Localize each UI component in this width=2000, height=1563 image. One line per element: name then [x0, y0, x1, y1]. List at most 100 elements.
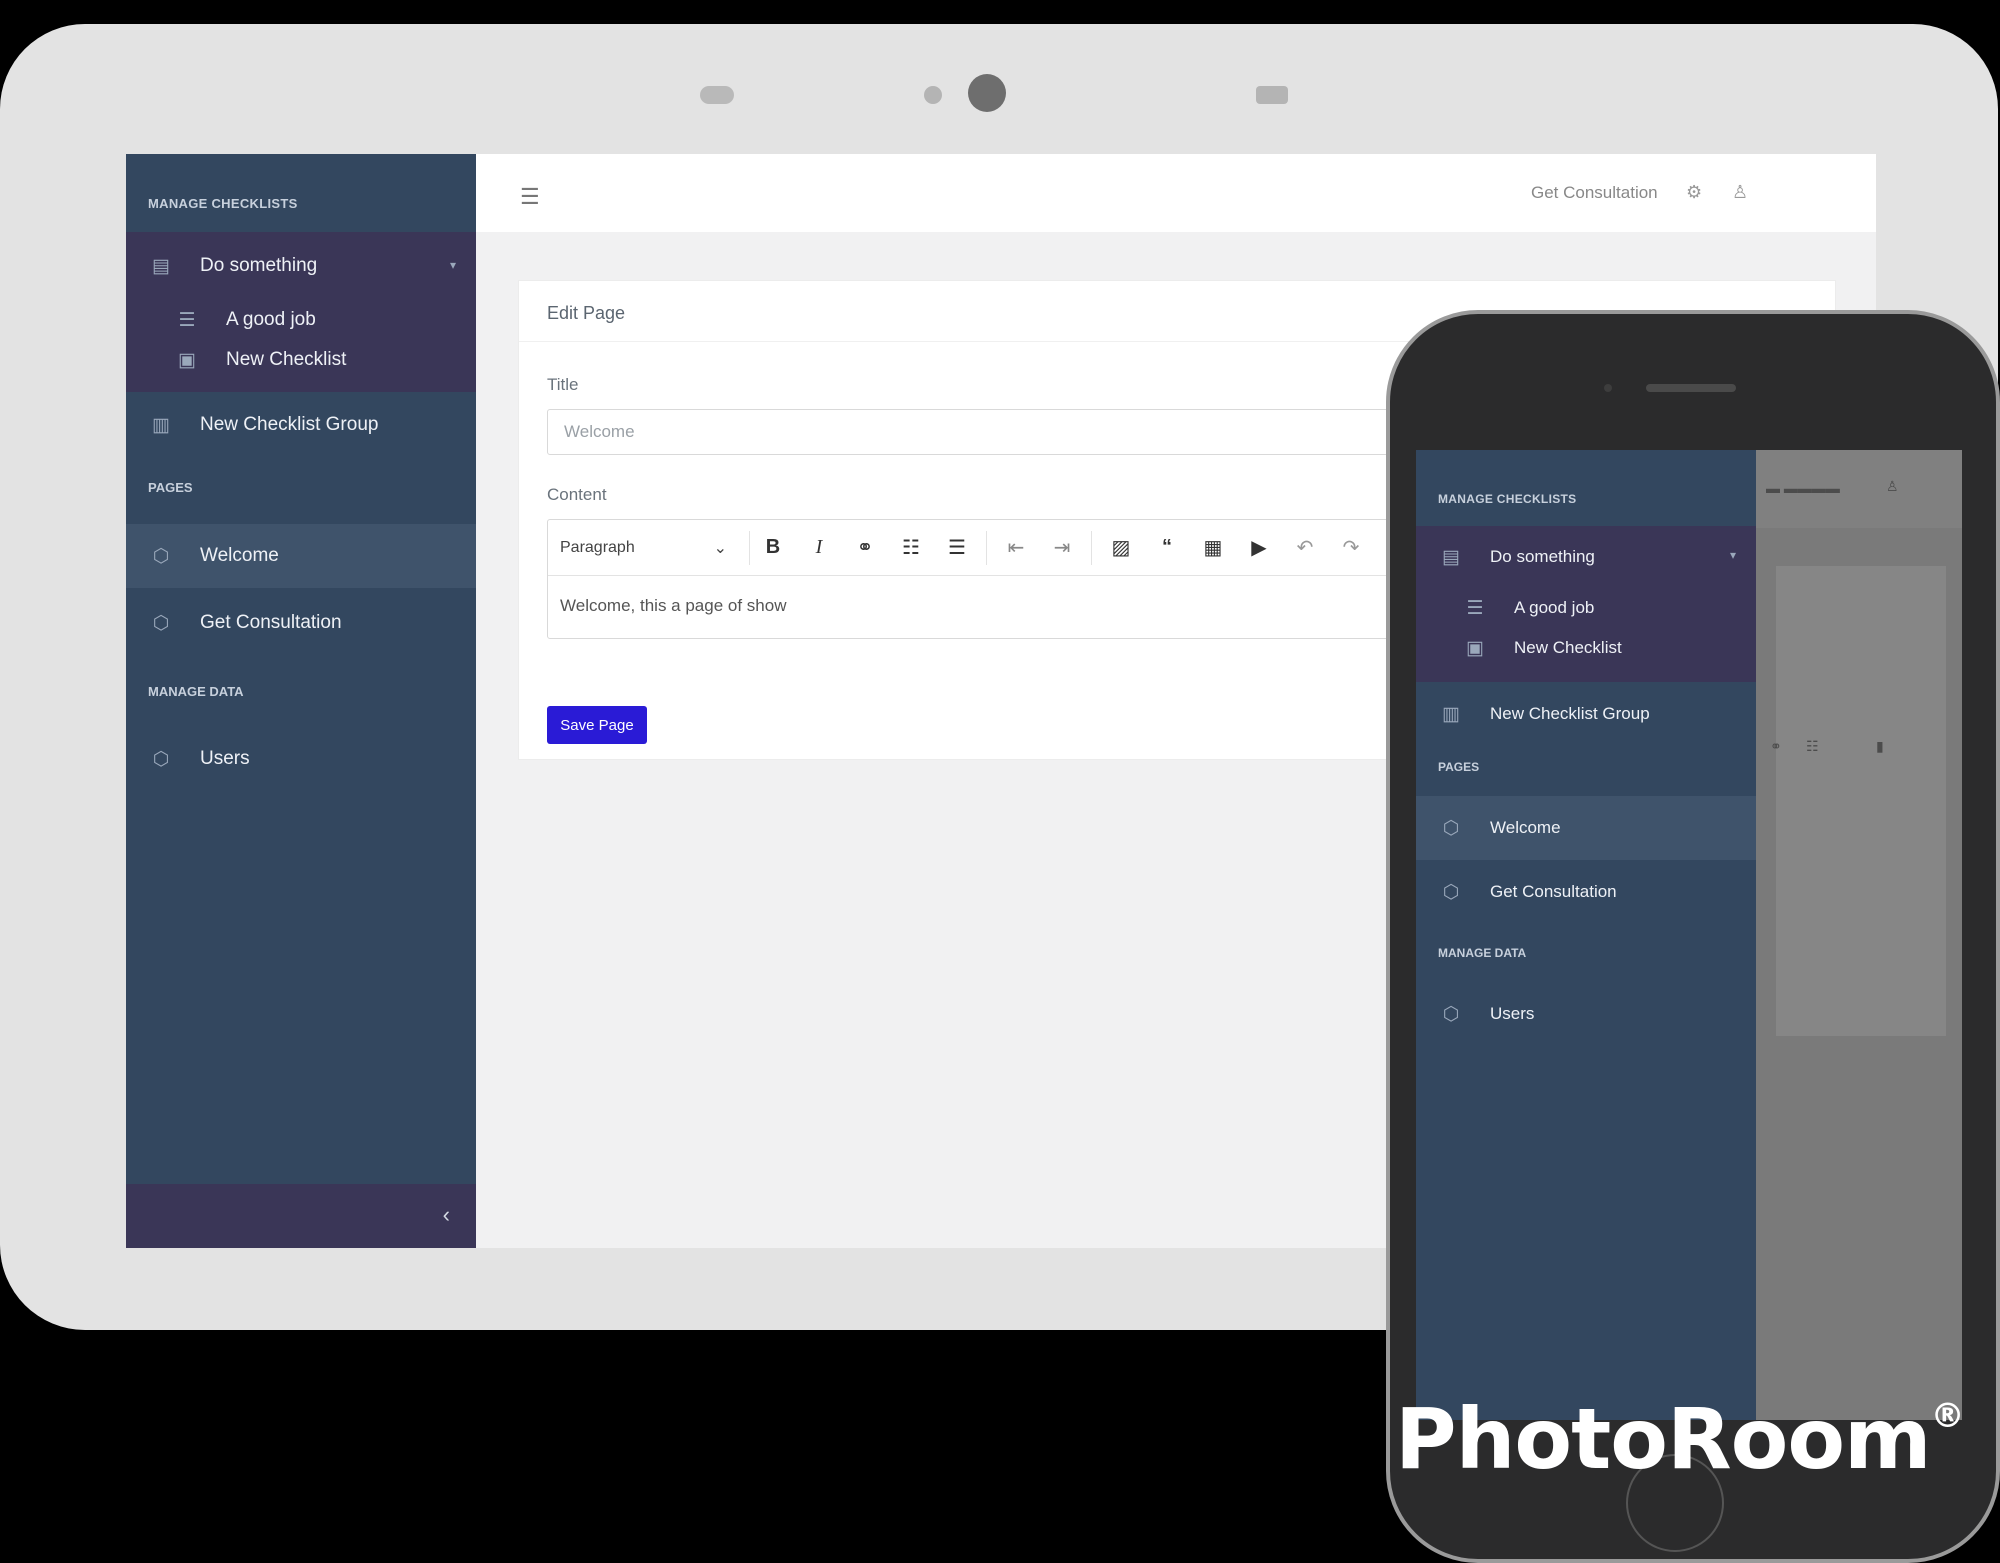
sidebar-item-label: Users [200, 748, 250, 769]
sidebar-item-label: New Checklist Group [1490, 704, 1650, 723]
section-manage-checklists: MANAGE CHECKLISTS [1416, 450, 1756, 526]
sidebar-item-label: A good job [226, 309, 316, 330]
tag-icon: ⬡ [152, 612, 170, 634]
bold-icon[interactable]: B [750, 536, 796, 559]
sensor-icon [1256, 86, 1288, 104]
sidebar-item-label: Get Consultation [1490, 882, 1617, 901]
camera-icon [968, 74, 1006, 112]
sidebar-item-welcome[interactable]: ⬡ Welcome [1416, 796, 1756, 860]
new-checklist-icon: ▣ [1466, 637, 1484, 659]
add-group-icon: ▥ [152, 414, 170, 436]
chevron-down-icon[interactable]: ▾ [1730, 548, 1736, 562]
phone-screen: ▬ ▬▬▬▬ ♙ ⚭ ☷ ▮ MANAGE CHECKLISTS ▤ Do so… [1416, 450, 1962, 1420]
sidebar-item-label: Welcome [1490, 818, 1561, 837]
sidebar-item-get-consultation[interactable]: ⬡ Get Consultation [126, 588, 476, 658]
sidebar-item-get-consultation[interactable]: ⬡ Get Consultation [1416, 860, 1756, 924]
sidebar-item-users[interactable]: ⬡ Users [1416, 982, 1756, 1046]
list-icon: ☰ [178, 309, 196, 331]
sidebar-item-welcome[interactable]: ⬡ Welcome [126, 524, 476, 588]
sidebar-item-a-good-job[interactable]: ☰ A good job [1416, 588, 1756, 628]
tag-icon: ⬡ [1442, 1003, 1460, 1025]
sidebar-item-label: Do something [1490, 547, 1595, 566]
sidebar-item-label: New Checklist Group [200, 414, 379, 435]
chevron-down-icon: ⌄ [713, 539, 727, 557]
dimmed-content[interactable]: ▬ ▬▬▬▬ ♙ ⚭ ☷ ▮ [1756, 450, 1962, 1420]
sidebar-item-do-something[interactable]: ▤ Do something ▾ [126, 232, 476, 300]
tag-icon: ⬡ [152, 545, 170, 567]
sidebar-item-label: Get Consultation [200, 612, 342, 633]
checklist-group: ▤ Do something ▾ ☰ A good job ▣ New Chec… [1416, 526, 1756, 682]
title-label: Title [547, 375, 579, 394]
sidebar-item-label: Users [1490, 1004, 1535, 1023]
folder-icon: ▤ [152, 255, 170, 277]
bulleted-list-icon[interactable]: ☷ [888, 535, 934, 560]
user-icon: ♙ [1886, 478, 1899, 494]
user-icon[interactable]: ♙ [1732, 182, 1748, 203]
outdent-icon[interactable]: ⇤ [993, 535, 1039, 560]
camera-icon [1604, 384, 1612, 392]
chevron-down-icon[interactable]: ▾ [450, 258, 456, 272]
italic-icon[interactable]: I [796, 536, 842, 559]
checklist-group: ▤ Do something ▾ ☰ A good job ▣ New Chec… [126, 232, 476, 392]
media-icon[interactable]: ▶ [1236, 535, 1282, 560]
section-manage-data: MANAGE DATA [1438, 946, 1527, 960]
sidebar-item-label: A good job [1514, 598, 1595, 617]
sidebar-item-new-checklist-group[interactable]: ▥ New Checklist Group [126, 392, 476, 458]
save-page-button[interactable]: Save Page [547, 706, 647, 744]
dimmed-link: ▬ ▬▬▬▬ [1766, 480, 1840, 496]
sidebar-item-do-something[interactable]: ▤ Do something ▾ [1416, 526, 1756, 588]
link-icon[interactable]: ⚭ [842, 535, 888, 560]
sidebar-footer: ‹ [126, 1184, 476, 1248]
list-icon: ☰ [1466, 597, 1484, 619]
tag-icon: ⬡ [1442, 881, 1460, 903]
toolbar-divider [986, 530, 987, 565]
add-group-icon: ▥ [1442, 703, 1460, 725]
sidebar-item-label: New Checklist [1514, 638, 1622, 657]
bulleted-list-icon: ☷ [1806, 738, 1819, 754]
scrollbar-icon: ▮ [1876, 738, 1884, 754]
folder-icon: ▤ [1442, 546, 1460, 568]
redo-icon[interactable]: ↷ [1328, 535, 1374, 560]
toolbar-divider [1091, 530, 1092, 565]
sidebar-item-users[interactable]: ⬡ Users [126, 724, 476, 794]
undo-icon[interactable]: ↶ [1282, 535, 1328, 560]
sensor-icon [700, 86, 734, 104]
get-consultation-link[interactable]: Get Consultation [1531, 183, 1658, 203]
card-title: Edit Page [547, 303, 626, 323]
topbar: ☰ Get Consultation ⚙ ♙ [476, 154, 1876, 232]
sidebar-item-label: New Checklist [226, 349, 347, 370]
settings-icon[interactable]: ⚙ [1686, 182, 1702, 203]
table-icon[interactable]: ▦ [1190, 535, 1236, 560]
sidebar-item-label: Do something [200, 255, 318, 276]
sidebar-item-new-checklist[interactable]: ▣ New Checklist [126, 340, 476, 380]
chevron-left-icon[interactable]: ‹ [443, 1202, 450, 1228]
paragraph-select[interactable]: Paragraph ⌄ [560, 530, 750, 565]
sidebar-item-label: Welcome [200, 545, 279, 566]
image-icon[interactable]: ▨ [1098, 535, 1144, 560]
section-manage-data: MANAGE DATA [148, 684, 244, 699]
content-label: Content [547, 485, 607, 504]
sidebar: MANAGE CHECKLISTS ▤ Do something ▾ ☰ A g… [126, 154, 476, 1248]
section-pages: PAGES [1438, 760, 1480, 774]
hamburger-icon[interactable]: ☰ [520, 184, 540, 210]
registered-mark: ® [1930, 1396, 1965, 1436]
sensor-icon [924, 86, 942, 104]
sidebar-item-a-good-job[interactable]: ☰ A good job [126, 300, 476, 340]
tag-icon: ⬡ [152, 748, 170, 770]
indent-icon[interactable]: ⇥ [1039, 535, 1085, 560]
watermark-text: PhotoRoom [1395, 1390, 1932, 1488]
quote-icon[interactable]: “ [1144, 536, 1190, 559]
dimmed-card [1776, 566, 1946, 1036]
phone-frame: ▬ ▬▬▬▬ ♙ ⚭ ☷ ▮ MANAGE CHECKLISTS ▤ Do so… [1386, 310, 2000, 1563]
speaker-icon [1646, 384, 1736, 392]
paragraph-select-value: Paragraph [560, 538, 635, 556]
section-manage-checklists: MANAGE CHECKLISTS [126, 154, 476, 232]
sidebar-item-new-checklist[interactable]: ▣ New Checklist [1416, 628, 1756, 668]
link-icon: ⚭ [1770, 738, 1782, 754]
photoroom-watermark: PhotoRoom® [1395, 1390, 1965, 1488]
sidebar-item-new-checklist-group[interactable]: ▥ New Checklist Group [1416, 682, 1756, 746]
section-pages: PAGES [148, 480, 193, 495]
tag-icon: ⬡ [1442, 817, 1460, 839]
sidebar-drawer: MANAGE CHECKLISTS ▤ Do something ▾ ☰ A g… [1416, 450, 1756, 1420]
numbered-list-icon[interactable]: ☰ [934, 535, 980, 560]
